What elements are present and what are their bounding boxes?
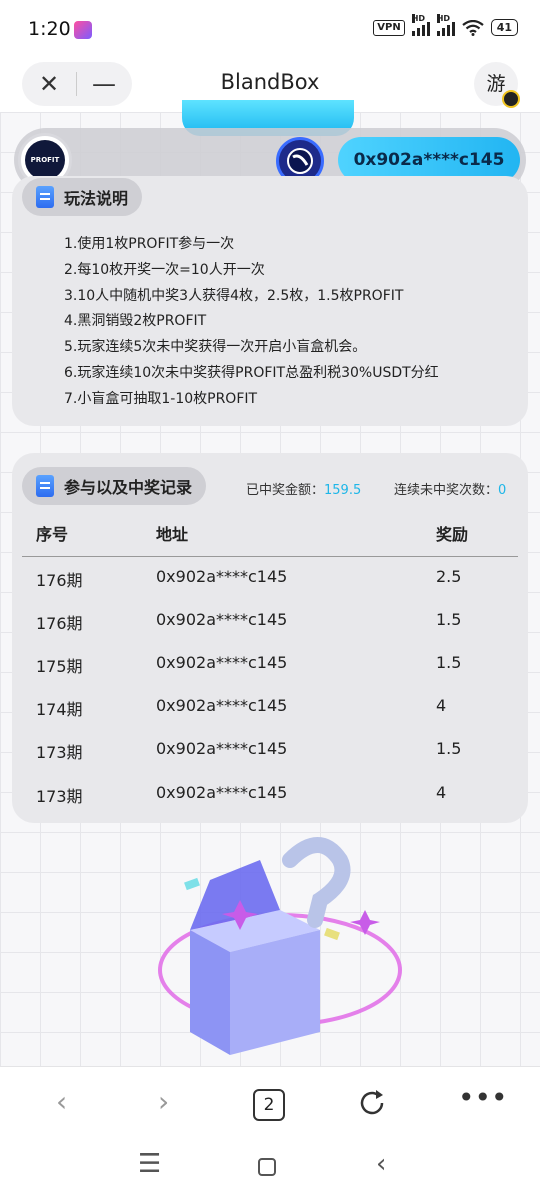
rule-item: 4.黑洞销毁2枚PROFIT [64, 313, 207, 330]
cell-reward: 4 [436, 696, 447, 715]
cell-address: 0x902a****c145 [156, 567, 288, 586]
game-badge-icon [502, 90, 520, 108]
status-time: 1:20 [28, 18, 71, 40]
cell-period: 173期 [36, 743, 83, 762]
table-header: 序号 地址 奖励 [22, 519, 518, 557]
table-row: 173期 0x902a****c145 4 [22, 773, 518, 816]
won-amount-value: 159.5 [324, 483, 362, 498]
refresh-icon[interactable] [356, 1087, 388, 1119]
streak-value: 0 [498, 483, 507, 498]
page-title: BlandBox [220, 70, 320, 94]
hd-label: HD [411, 13, 426, 23]
signal-icon: HD [411, 13, 430, 36]
document-icon [36, 475, 54, 497]
system-back-icon[interactable]: ‹ [376, 1149, 386, 1179]
status-bar: 1:20 VPN HD HD 41 [0, 0, 540, 60]
battery-indicator: 41 [490, 19, 518, 36]
wallet-glyph-icon [287, 148, 313, 174]
cell-period: 176期 [36, 614, 83, 633]
rules-tag: 玩法说明 [22, 178, 143, 216]
wifi-icon [462, 19, 484, 36]
records-card: 参与以及中奖记录 已中奖金额：159.5 连续未中奖次数：0 序号 地址 奖励 … [12, 453, 528, 823]
tabs-button[interactable]: 2 [253, 1089, 285, 1121]
cell-period: 176期 [36, 571, 83, 590]
mystery-box-illustration[interactable] [150, 820, 410, 1070]
cell-reward: 2.5 [436, 567, 462, 586]
cell-address: 0x902a****c145 [156, 653, 288, 672]
signal-icon-2: HD [436, 13, 455, 36]
more-icon[interactable]: ••• [458, 1081, 508, 1114]
column-header-reward: 奖励 [436, 525, 469, 544]
cell-reward: 1.5 [436, 653, 462, 672]
table-row: 176期 0x902a****c145 1.5 [22, 600, 518, 643]
home-icon[interactable] [257, 1157, 277, 1177]
streak-label: 连续未中奖次数： [394, 483, 499, 498]
status-indicators: VPN HD HD 41 [373, 13, 518, 36]
back-icon[interactable]: ‹ [56, 1085, 67, 1118]
cell-reward: 4 [436, 783, 447, 802]
won-amount-label: 已中奖金额： [246, 483, 325, 498]
column-header-index: 序号 [36, 525, 69, 544]
table-row: 175期 0x902a****c145 1.5 [22, 643, 518, 686]
browser-bottom-nav: ‹ › 2 ••• ☰ ‹ [0, 1066, 540, 1200]
cell-reward: 1.5 [436, 610, 462, 629]
won-amount-stat: 已中奖金额：159.5 [246, 479, 361, 498]
vpn-badge: VPN [373, 19, 405, 36]
cell-period: 173期 [36, 787, 83, 806]
rules-list: 1.使用1枚PROFIT参与一次 2.每10枚开奖一次=10人开一次 3.10人… [64, 232, 439, 413]
rule-item: 3.10人中随机中奖3人获得4枚，2.5枚，1.5枚PROFIT [64, 287, 404, 304]
rule-item: 5.玩家连续5次未中奖获得一次开启小盲盒机会。 [64, 339, 367, 356]
records-tag: 参与以及中奖记录 [22, 467, 207, 505]
rule-item: 7.小盲盒可抽取1-10枚PROFIT [64, 390, 258, 407]
streak-stat: 连续未中奖次数：0 [394, 479, 506, 498]
table-row: 174期 0x902a****c145 4 [22, 686, 518, 729]
game-button[interactable]: 游 [474, 62, 520, 108]
rule-item: 2.每10枚开奖一次=10人开一次 [64, 261, 265, 278]
document-icon [36, 186, 54, 208]
table-row: 173期 0x902a****c145 1.5 [22, 729, 518, 772]
rule-item: 1.使用1枚PROFIT参与一次 [64, 236, 235, 252]
rules-card: 玩法说明 1.使用1枚PROFIT参与一次 2.每10枚开奖一次=10人开一次 … [12, 176, 528, 426]
game-label: 游 [486, 73, 506, 95]
column-header-address: 地址 [156, 525, 189, 544]
forward-icon[interactable]: › [158, 1085, 169, 1118]
hd-label-2: HD [436, 13, 451, 23]
rules-title: 玩法说明 [64, 189, 129, 208]
menu-icon[interactable]: ☰ [138, 1149, 161, 1179]
records-title: 参与以及中奖记录 [64, 478, 193, 497]
table-row: 176期 0x902a****c145 2.5 [22, 557, 518, 600]
logo-text: PROFIT [25, 140, 65, 180]
app-notification-icon [74, 21, 92, 39]
cell-reward: 1.5 [436, 739, 462, 758]
cell-period: 175期 [36, 657, 83, 676]
cell-address: 0x902a****c145 [156, 610, 288, 629]
rule-item: 6.玩家连续10次未中奖获得PROFIT总盈利税30%USDT分红 [64, 364, 439, 381]
cell-period: 174期 [36, 700, 83, 719]
cell-address: 0x902a****c145 [156, 739, 288, 758]
cell-address: 0x902a****c145 [156, 783, 288, 802]
cell-address: 0x902a****c145 [156, 696, 288, 715]
